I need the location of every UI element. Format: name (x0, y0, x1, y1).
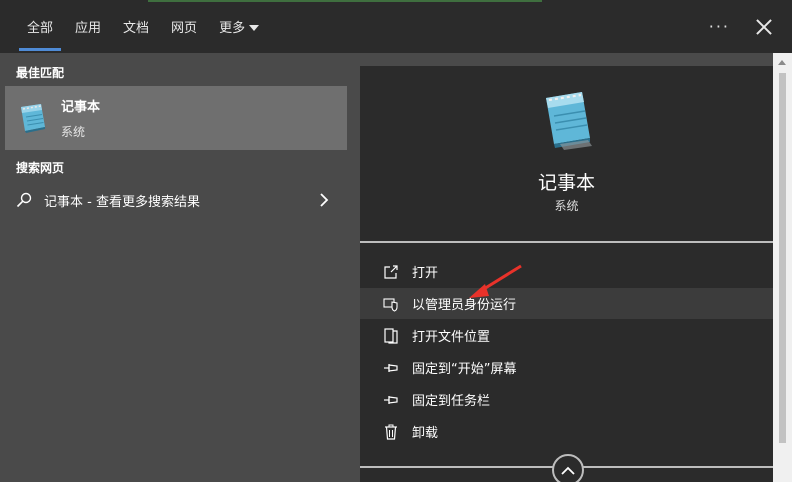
more-options-button[interactable]: ··· (709, 17, 730, 36)
action-label: 固定到“开始”屏幕 (412, 362, 517, 377)
results-panel: 最佳匹配 记事本 系统 搜索网页 记事本 - 查看更多搜索结果 (0, 53, 347, 482)
collapse-button[interactable] (552, 454, 584, 482)
notepad-icon (21, 104, 45, 133)
trash-icon (385, 424, 397, 440)
detail-app-name: 记事本 (537, 172, 595, 194)
action-run-as-admin[interactable]: 以管理员身份运行 (360, 288, 773, 319)
pin-icon (384, 395, 398, 404)
action-label: 打开文件位置 (412, 330, 491, 345)
app-detail-panel: 记事本 系统 打开 以管理员身份运行 打开文件位置 固定到“开始”屏幕 固定到任… (360, 66, 773, 482)
header-actions: ··· (709, 0, 772, 53)
tab-label: 网页 (171, 21, 198, 36)
tab-label: 文档 (123, 21, 150, 36)
chevron-up-icon (561, 466, 575, 475)
notepad-icon (546, 92, 592, 150)
tab-label: 全部 (27, 21, 54, 36)
tab-more[interactable]: 更多 (208, 0, 270, 53)
scope-tabs: 全部 应用 文档 网页 更多 (16, 0, 270, 53)
action-label: 打开 (412, 266, 439, 281)
tab-all[interactable]: 全部 (16, 0, 64, 53)
scroll-up-arrow-icon[interactable] (778, 60, 786, 65)
web-search-result-text: 记事本 - 查看更多搜索结果 (44, 194, 200, 210)
scrollbar-thumb[interactable] (779, 73, 786, 443)
web-search-result[interactable]: 记事本 - 查看更多搜索结果 (5, 185, 347, 215)
open-icon (384, 264, 398, 279)
annotation-arrow-icon (469, 264, 522, 298)
tab-label: 更多 (219, 21, 246, 36)
best-match-name: 记事本 (61, 100, 101, 115)
search-icon (16, 192, 32, 208)
pin-icon (384, 363, 398, 372)
action-pin-to-taskbar[interactable]: 固定到任务栏 (360, 384, 773, 415)
admin-shield-icon (383, 297, 398, 312)
file-location-icon (384, 327, 398, 344)
best-match-item[interactable]: 记事本 系统 (5, 86, 347, 150)
action-label: 卸载 (412, 426, 439, 441)
divider (360, 241, 773, 243)
caret-down-icon (249, 24, 260, 31)
scrollbar[interactable] (773, 53, 792, 482)
action-uninstall[interactable]: 卸载 (360, 416, 773, 447)
best-match-type: 系统 (61, 125, 86, 139)
action-open-file-location[interactable]: 打开文件位置 (360, 320, 773, 351)
tab-apps[interactable]: 应用 (64, 0, 112, 53)
close-icon[interactable] (756, 19, 772, 35)
detail-app-type: 系统 (554, 199, 579, 213)
tab-web[interactable]: 网页 (160, 0, 208, 53)
action-label: 固定到任务栏 (412, 394, 491, 409)
action-open[interactable]: 打开 (360, 256, 773, 287)
action-pin-to-start[interactable]: 固定到“开始”屏幕 (360, 352, 773, 383)
web-search-heading: 搜索网页 (16, 161, 65, 175)
best-match-heading: 最佳匹配 (16, 66, 65, 80)
chevron-right-icon[interactable] (319, 193, 329, 207)
search-header: 全部 应用 文档 网页 更多 ··· (0, 0, 792, 53)
tab-label: 应用 (75, 21, 102, 36)
tab-documents[interactable]: 文档 (112, 0, 160, 53)
